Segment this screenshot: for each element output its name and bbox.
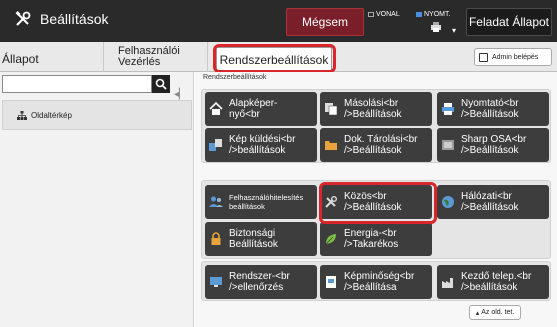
tab-row: Állapot Felhasználói Vezérlés Rendszerbe… (0, 42, 557, 72)
line-indicator-label: VONAL (376, 11, 400, 18)
admin-login-button[interactable]: Admin belépés (474, 48, 552, 66)
tile-label: Felhasználóhitelesítés beállítások (229, 193, 304, 211)
tools-icon (14, 10, 32, 28)
sitemap-item[interactable]: Oldaltérkép (2, 100, 192, 130)
tile-label: Sharp OSA<br />Beállítások (461, 134, 527, 156)
print-indicator-icon (416, 12, 422, 17)
search-icon (155, 78, 167, 90)
tile-label: Kezdő telep.<br />beállítások (461, 271, 532, 293)
app-title-text: Beállítások (40, 11, 109, 27)
tile-label: Másolási<br />Beállítások (344, 98, 402, 120)
copy-icon (324, 102, 338, 116)
osa-icon (441, 138, 455, 152)
search-input[interactable] (2, 75, 152, 93)
printer-icon (431, 22, 441, 32)
tile-printer-settings[interactable]: Nyomtató<br />Beállítások (437, 92, 549, 126)
tab-system-settings[interactable]: Rendszerbeállítások (216, 47, 332, 72)
page-top-label: Az old. tet. (481, 309, 515, 316)
tile-label: Rendszer-<br />ellenőrzés (229, 271, 290, 293)
factory-icon (441, 275, 455, 289)
tile-label: Kép küldési<br />beállítások (229, 134, 296, 156)
chevron-up-icon: ▴ (475, 309, 480, 317)
sitemap-label: Oldaltérkép (31, 110, 72, 120)
users-icon (209, 195, 223, 209)
tile-network-settings[interactable]: Hálózati<br />Beállítások (437, 185, 549, 219)
admin-login-label: Admin belépés (492, 53, 539, 61)
tools-icon (324, 195, 338, 209)
section-title: Rendszerbeállítások (203, 74, 267, 81)
tile-doc-storage-settings[interactable]: Dok. Tárolási<br />Beállítások (320, 128, 432, 162)
sidebar: ◂▏ Oldaltérkép (0, 72, 194, 327)
tile-energy-save[interactable]: Energia-<br />Takarékos (320, 222, 432, 256)
tile-home-screen[interactable]: Alapképer- nyő<br (205, 92, 317, 126)
status-indicators: VONAL NYOMT. ▾ (368, 8, 460, 36)
tile-system-check[interactable]: Rendszer-<br />ellenőrzés (205, 265, 317, 299)
app-title: Beállítások (14, 10, 108, 28)
tile-user-auth-settings[interactable]: Felhasználóhitelesítés beállítások (205, 185, 317, 219)
send-icon (209, 138, 223, 152)
search-button[interactable] (152, 75, 170, 93)
tile-sharp-osa-settings[interactable]: Sharp OSA<br />Beállítások (437, 128, 549, 162)
tile-label: Energia-<br />Takarékos (344, 228, 399, 250)
printer-icon (441, 102, 455, 116)
line-indicator: VONAL (368, 11, 400, 18)
print-indicator-label: NYOMT. (424, 11, 451, 18)
tile-label: Hálózati<br />Beállítások (461, 191, 519, 213)
tile-security-settings[interactable]: Biztonsági Beállítások (205, 222, 317, 256)
tile-label: Képminőség<br />Beállítása (344, 271, 415, 293)
document-icon (324, 275, 338, 289)
chevron-down-icon: ▾ (452, 26, 457, 35)
monitor-icon (209, 275, 223, 289)
tile-label: Közös<br />Beállítások (344, 191, 402, 213)
tile-copy-settings[interactable]: Másolási<br />Beállítások (320, 92, 432, 126)
tab-status[interactable]: Állapot (0, 42, 104, 72)
tile-factory-defaults[interactable]: Kezdő telep.<br />beállítások (437, 265, 549, 299)
tile-common-settings[interactable]: Közös<br />Beállítások (320, 185, 432, 219)
print-indicator: NYOMT. (416, 11, 450, 18)
page-top-button[interactable]: ▴ Az old. tet. (469, 305, 521, 320)
globe-icon (441, 195, 455, 209)
main-panel: Rendszerbeállítások Alapképer- nyő<br Má… (195, 72, 557, 327)
folder-icon (324, 138, 338, 152)
job-status-button[interactable]: Feladat Állapot (466, 8, 552, 36)
sitemap-icon (17, 110, 27, 120)
line-indicator-icon (368, 12, 374, 17)
leaf-icon (324, 232, 338, 246)
tile-image-send-settings[interactable]: Kép küldési<br />beállítások (205, 128, 317, 162)
top-bar: Beállítások Mégsem VONAL NYOMT. ▾ Felada… (0, 0, 557, 42)
login-icon (479, 52, 488, 62)
tile-label: Dok. Tárolási<br />Beállítások (344, 134, 418, 156)
cancel-button[interactable]: Mégsem (286, 8, 364, 36)
settings-screen: Beállítások Mégsem VONAL NYOMT. ▾ Felada… (0, 0, 557, 327)
tile-label: Nyomtató<br />Beállítások (461, 98, 519, 120)
home-icon (209, 102, 223, 116)
lock-icon (209, 232, 223, 246)
tile-label: Biztonsági Beállítások (229, 228, 278, 250)
tile-label: Alapképer- nyő<br (229, 98, 278, 120)
tile-image-quality[interactable]: Képminőség<br />Beállítása (320, 265, 432, 299)
tab-user-control[interactable]: Felhasználói Vezérlés (116, 42, 208, 72)
